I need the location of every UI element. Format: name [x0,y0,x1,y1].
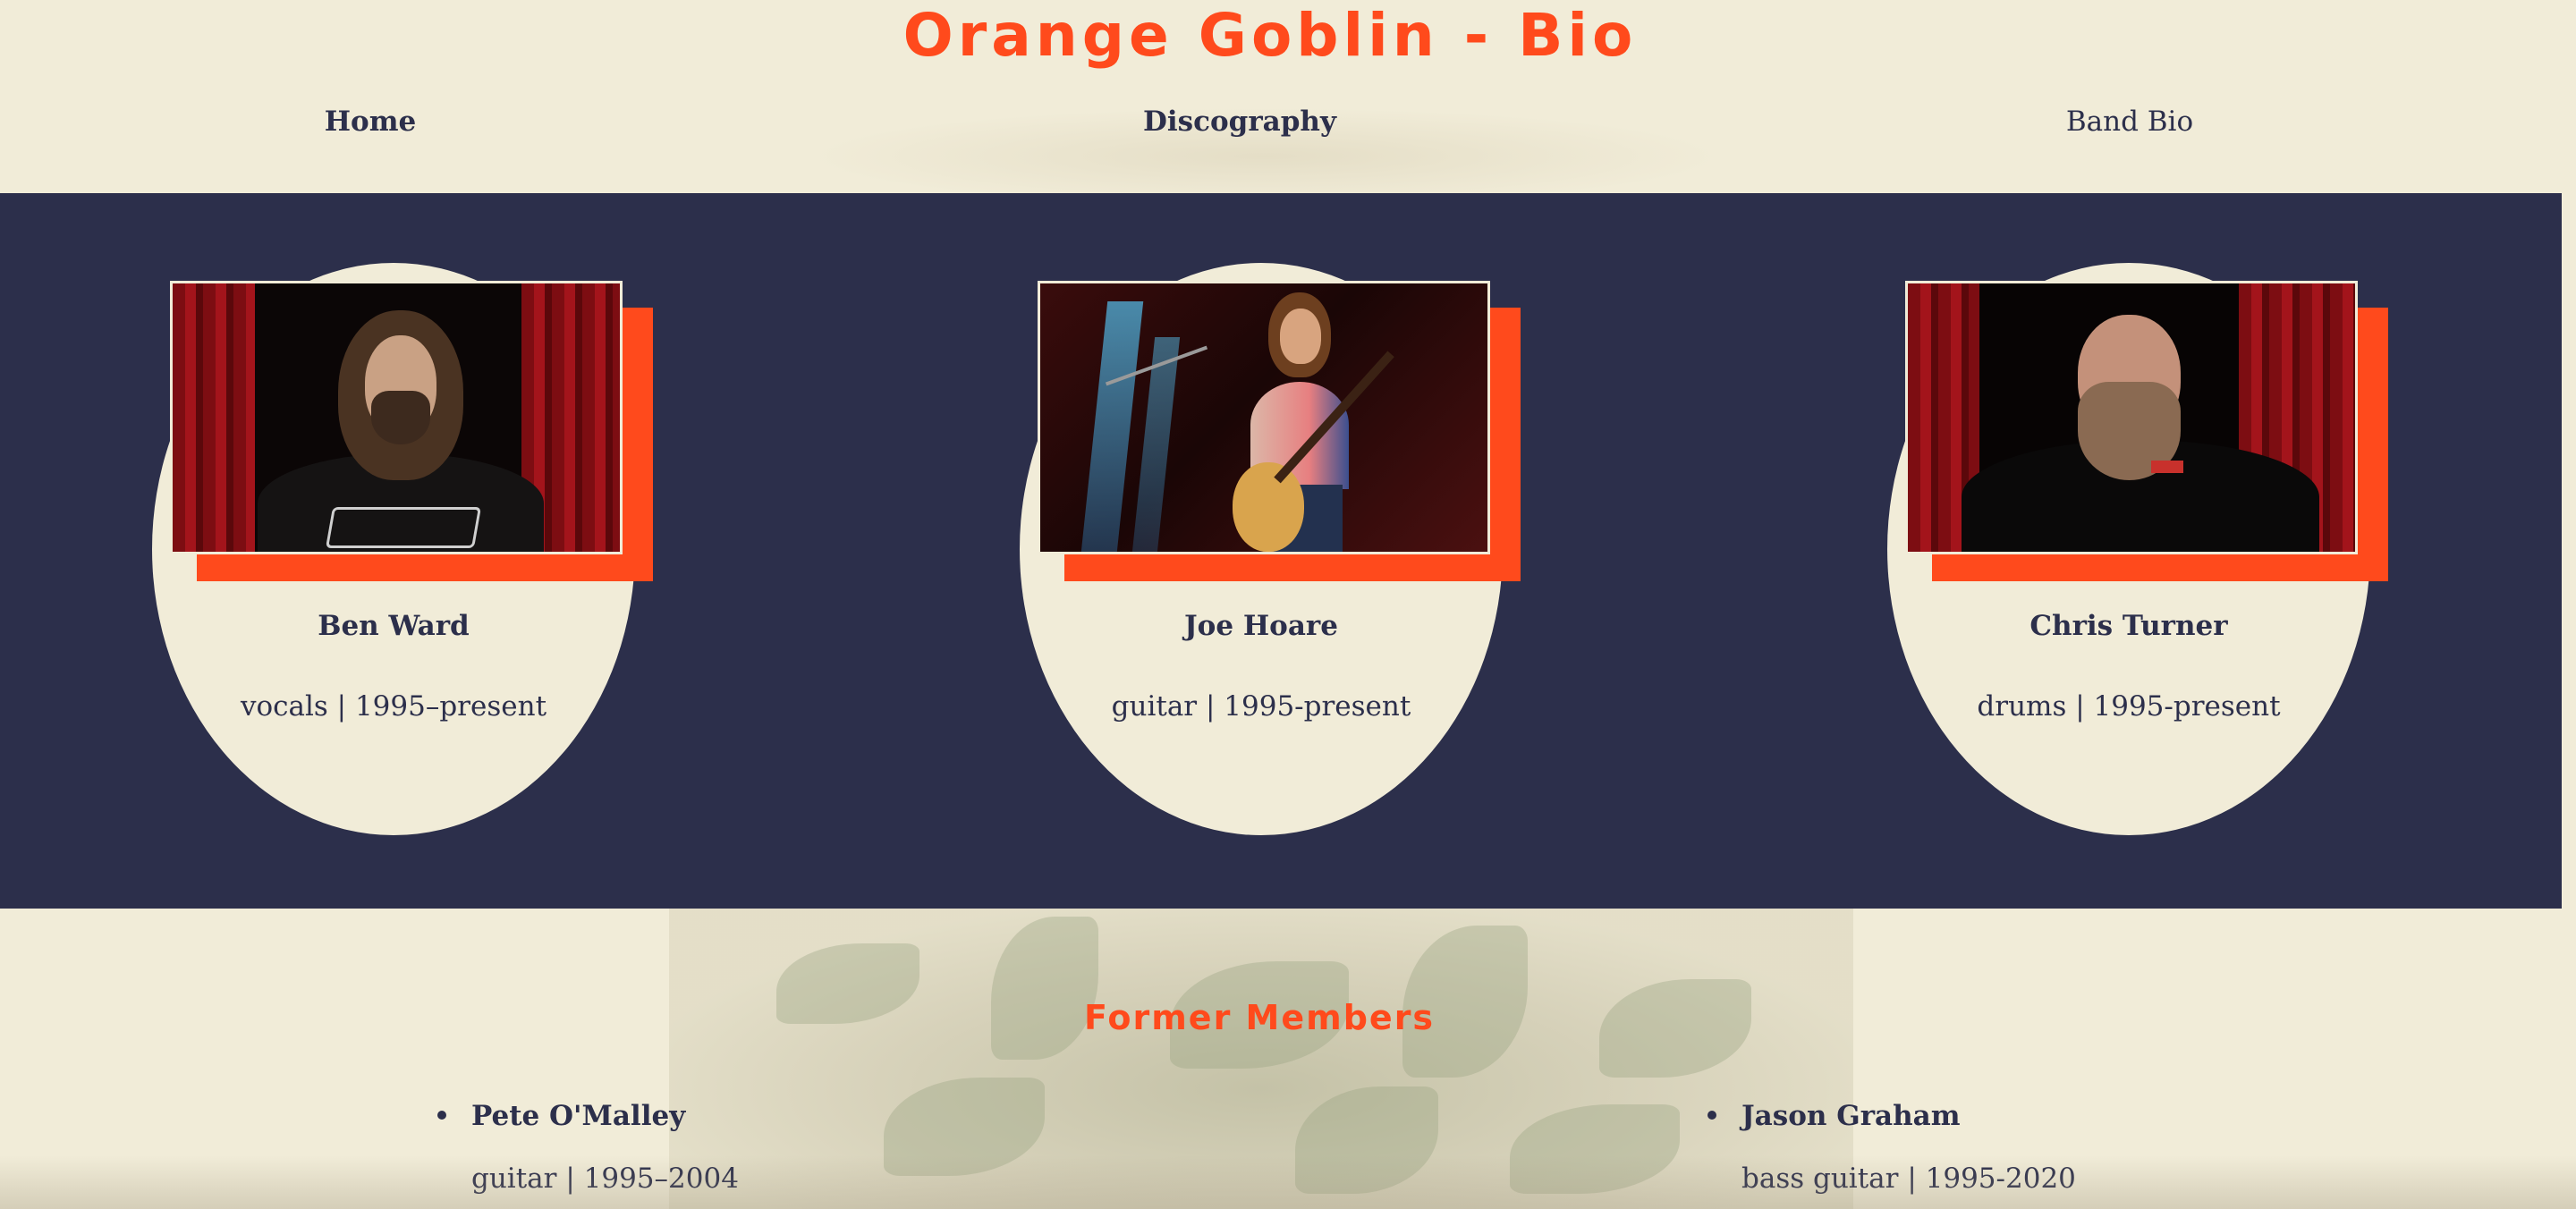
shirt-logo [2151,461,2183,473]
member-name: Ben Ward [318,610,470,642]
member-role: drums | 1995-present [1977,690,2281,723]
member-role: vocals | 1995–present [240,690,547,723]
former-member-name: Jason Graham [1741,1100,1961,1132]
former-members-heading: Former Members [1083,998,1436,1037]
former-member-name: Pete O'Malley [471,1100,686,1132]
member-name: Joe Hoare [1184,610,1338,642]
nav-band-bio-link[interactable]: Band Bio [2066,102,2193,141]
curtain-left [173,283,255,552]
member-card: Chris Turner drums | 1995-present [1887,263,2388,835]
member-name: Chris Turner [2029,610,2228,642]
member-card: Ben Ward vocals | 1995–present [152,263,653,835]
member-photo-ben-ward [170,281,623,554]
member-photo-joe-hoare [1038,281,1490,554]
figure-beard [371,391,430,444]
bullet-icon [1707,1111,1716,1120]
guitar-body [1233,462,1304,552]
shirt-logo [325,507,482,548]
stage-light [1080,301,1144,552]
page-title: Orange Goblin - Bio [902,1,1638,70]
figure-face [1280,309,1321,364]
member-card: Joe Hoare guitar | 1995-present [1020,263,1521,835]
member-photo-chris-turner [1905,281,2358,554]
current-members-section: Ben Ward vocals | 1995–present Joe Hoare… [0,193,2562,909]
nav-home-link[interactable]: Home [325,102,417,141]
member-role: guitar | 1995-present [1111,690,1411,723]
bottom-shadow [0,1155,2576,1209]
nav-discography-link[interactable]: Discography [1143,102,1336,141]
bullet-icon [437,1111,446,1120]
